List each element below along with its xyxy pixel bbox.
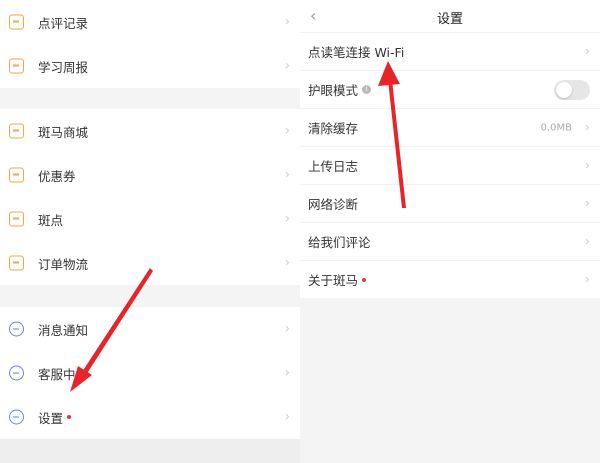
menu-item-customer-service[interactable]: 客服中心 › bbox=[0, 351, 300, 395]
settings-icon bbox=[9, 409, 24, 425]
setting-clear-cache[interactable]: 清除缓存 0.0MB › bbox=[300, 109, 600, 147]
setting-rate-us[interactable]: 给我们评论 › bbox=[300, 223, 600, 261]
setting-label: 点读笔连接 Wi-Fi bbox=[308, 45, 405, 60]
comment-record-icon bbox=[9, 14, 24, 30]
chevron-right-icon: › bbox=[284, 211, 290, 227]
menu-item-notification[interactable]: 消息通知 › bbox=[0, 307, 300, 351]
menu-item-order-logistics[interactable]: 订单物流 › bbox=[0, 241, 300, 285]
setting-label: 护眼模式 bbox=[308, 83, 359, 98]
menu-item-label: 消息通知 bbox=[38, 322, 89, 338]
setting-eye-protection: 护眼模式 i bbox=[300, 71, 600, 109]
chevron-right-icon: › bbox=[284, 255, 290, 271]
menu-group-system: 消息通知 › 客服中心 › 设置 › bbox=[0, 307, 300, 439]
menu-item-points[interactable]: 斑点 › bbox=[0, 197, 300, 241]
chevron-right-icon: › bbox=[284, 58, 290, 74]
chevron-right-icon: › bbox=[284, 365, 290, 381]
settings-page: ‹ 设置 点读笔连接 Wi-Fi › 护眼模式 i 清除缓存 0.0MB › 上… bbox=[300, 0, 600, 450]
profile-menu-panel: 点评记录 › 学习周报 › 斑马商城 › 优惠券 › 斑点 › 订单物流 › 消… bbox=[0, 0, 300, 463]
weekly-report-icon bbox=[9, 58, 24, 74]
menu-item-label: 设置 bbox=[38, 410, 64, 426]
setting-label: 清除缓存 bbox=[308, 121, 359, 136]
menu-item-settings[interactable]: 设置 › bbox=[0, 395, 300, 439]
setting-upload-log[interactable]: 上传日志 › bbox=[300, 147, 600, 185]
setting-about[interactable]: 关于斑马 › bbox=[300, 261, 600, 298]
menu-item-shop[interactable]: 斑马商城 › bbox=[0, 109, 300, 153]
chevron-right-icon: › bbox=[284, 123, 290, 139]
chevron-right-icon: › bbox=[284, 14, 290, 30]
red-dot-badge bbox=[362, 277, 367, 282]
setting-network-diagnosis[interactable]: 网络诊断 › bbox=[300, 185, 600, 223]
setting-wifi[interactable]: 点读笔连接 Wi-Fi › bbox=[300, 33, 600, 71]
setting-label: 上传日志 bbox=[308, 159, 359, 174]
chevron-right-icon: › bbox=[284, 409, 290, 425]
toggle-knob bbox=[556, 81, 572, 98]
cache-size-value: 0.0MB bbox=[540, 122, 572, 133]
settings-header: ‹ 设置 bbox=[300, 0, 600, 33]
shop-icon bbox=[9, 123, 24, 139]
menu-item-weekly-report[interactable]: 学习周报 › bbox=[0, 44, 300, 88]
chevron-right-icon: › bbox=[584, 234, 590, 249]
chevron-right-icon: › bbox=[584, 44, 590, 59]
chevron-right-icon: › bbox=[584, 120, 590, 135]
menu-item-label: 斑点 bbox=[38, 212, 64, 228]
chevron-right-icon: › bbox=[284, 321, 290, 337]
menu-item-comment-record[interactable]: 点评记录 › bbox=[0, 0, 300, 44]
points-icon bbox=[9, 211, 24, 227]
menu-group-shop: 斑马商城 › 优惠券 › 斑点 › 订单物流 › bbox=[0, 109, 300, 285]
chevron-right-icon: › bbox=[584, 272, 590, 287]
coupon-icon bbox=[9, 167, 24, 183]
menu-item-label: 点评记录 bbox=[38, 15, 89, 31]
chevron-right-icon: › bbox=[584, 196, 590, 211]
menu-item-label: 斑马商城 bbox=[38, 124, 89, 140]
menu-item-label: 客服中心 bbox=[38, 366, 89, 382]
setting-label: 给我们评论 bbox=[308, 235, 371, 250]
chevron-right-icon: › bbox=[284, 167, 290, 183]
customer-service-icon bbox=[9, 365, 24, 381]
menu-item-label: 优惠券 bbox=[38, 168, 76, 184]
menu-item-label: 学习周报 bbox=[38, 59, 89, 75]
order-logistics-icon bbox=[9, 255, 24, 271]
menu-group-records: 点评记录 › 学习周报 › bbox=[0, 0, 300, 88]
menu-item-coupon[interactable]: 优惠券 › bbox=[0, 153, 300, 197]
setting-label: 网络诊断 bbox=[308, 197, 359, 212]
notification-icon bbox=[9, 321, 24, 337]
menu-item-label: 订单物流 bbox=[38, 256, 89, 272]
eye-protection-toggle[interactable] bbox=[554, 79, 590, 100]
red-dot-badge bbox=[67, 415, 72, 419]
bottom-spacer bbox=[0, 439, 300, 463]
info-icon[interactable]: i bbox=[362, 85, 372, 94]
setting-label: 关于斑马 bbox=[308, 273, 359, 288]
page-title: 设置 bbox=[436, 12, 463, 27]
settings-list: 点读笔连接 Wi-Fi › 护眼模式 i 清除缓存 0.0MB › 上传日志 ›… bbox=[300, 33, 600, 298]
chevron-right-icon: › bbox=[584, 158, 590, 173]
